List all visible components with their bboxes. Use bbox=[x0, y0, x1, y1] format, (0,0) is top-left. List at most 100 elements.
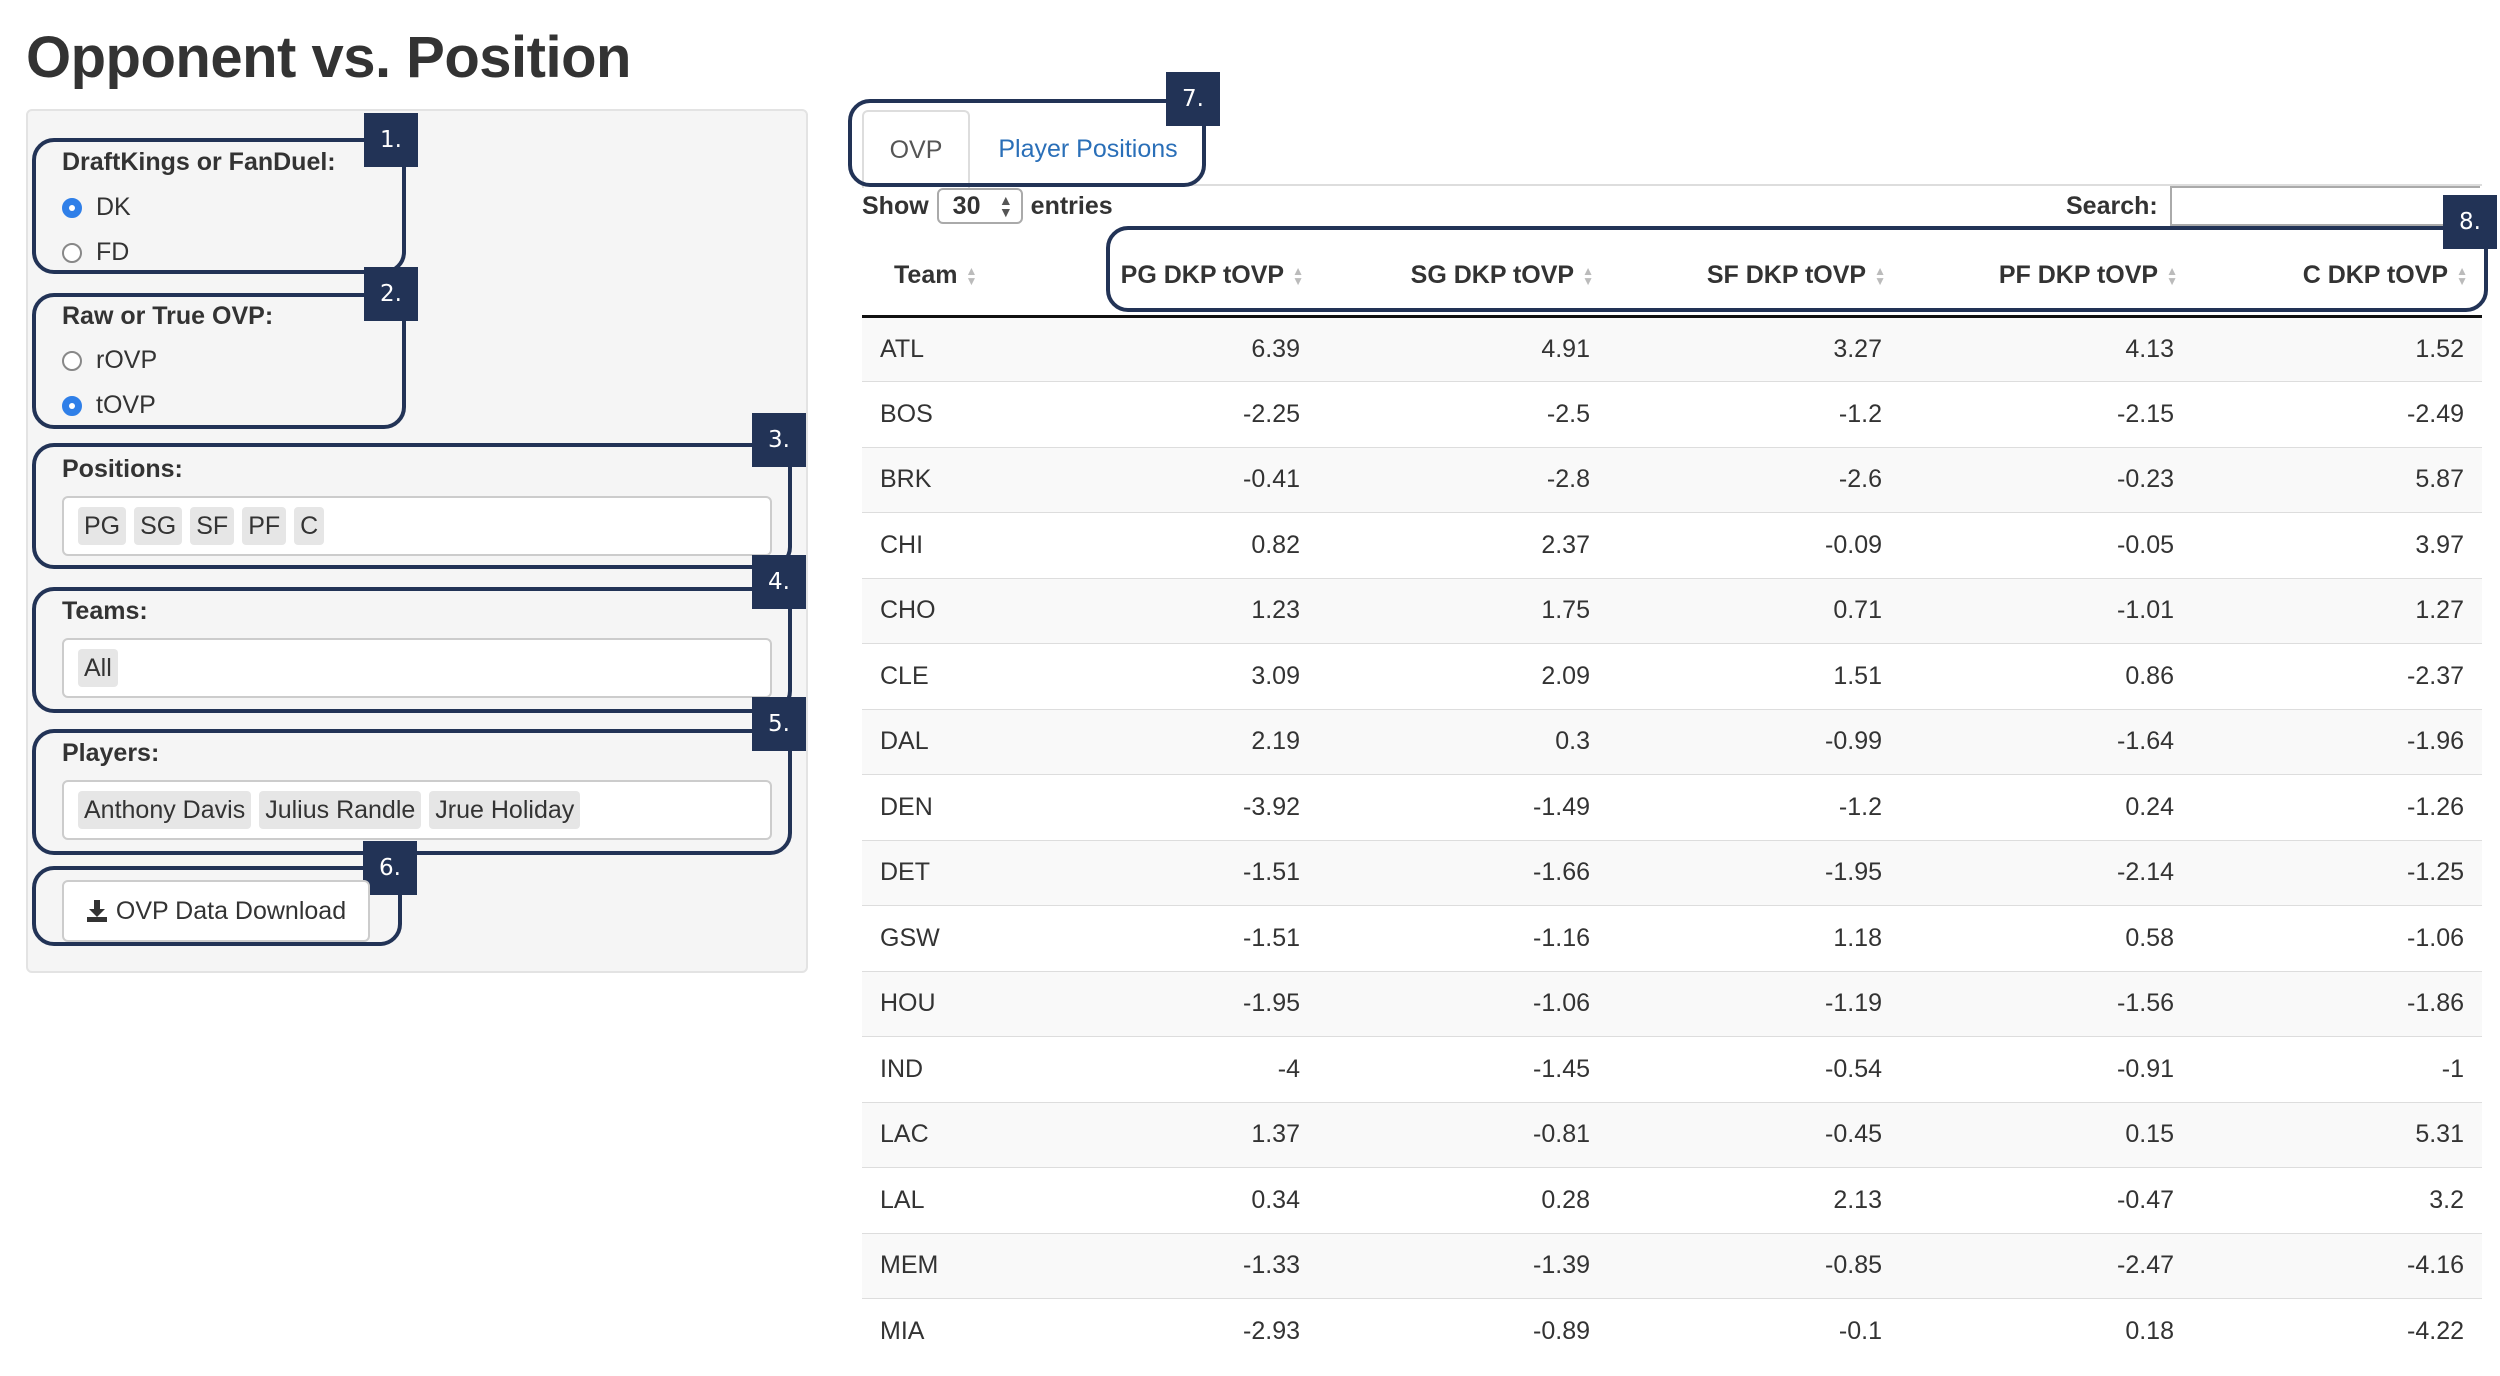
value-cell: -0.1 bbox=[1608, 1298, 1900, 1364]
table-row: BOS -2.25 -2.5 -1.2 -2.15 -2.49 bbox=[862, 381, 2482, 447]
value-cell: -2.25 bbox=[1030, 381, 1318, 447]
value-cell: -1.2 bbox=[1608, 381, 1900, 447]
radio-rovp-label: rOVP bbox=[96, 346, 158, 374]
value-cell: -2.93 bbox=[1030, 1298, 1318, 1364]
value-cell: -0.05 bbox=[1900, 512, 2192, 578]
table-row: DET -1.51 -1.66 -1.95 -2.14 -1.25 bbox=[862, 839, 2482, 906]
radio-dk[interactable]: DK bbox=[62, 193, 131, 222]
value-cell: 3.2 bbox=[2192, 1167, 2482, 1233]
callout-6: 6. bbox=[363, 841, 417, 895]
show-entries-control: Show 30 ▲ ▼ entries bbox=[862, 188, 1113, 224]
download-icon bbox=[86, 900, 107, 922]
positions-select[interactable]: PG SG SF PF C bbox=[62, 496, 772, 556]
radio-dk-label: DK bbox=[96, 193, 131, 221]
table-row: CLE 3.09 2.09 1.51 0.86 -2.37 bbox=[862, 643, 2482, 709]
radio-dk-button[interactable] bbox=[62, 197, 82, 218]
value-cell: -1.96 bbox=[2192, 708, 2482, 775]
position-tag-pf[interactable]: PF bbox=[242, 507, 287, 545]
position-tag-sg[interactable]: SG bbox=[134, 507, 183, 545]
radio-rovp[interactable]: rOVP bbox=[62, 346, 157, 375]
ovp-data-download-button[interactable]: OVP Data Download bbox=[62, 880, 370, 942]
value-cell: 6.39 bbox=[1030, 315, 1318, 382]
page-title: Opponent vs. Position bbox=[26, 25, 631, 90]
value-cell: 2.13 bbox=[1608, 1167, 1900, 1233]
table-row: BRK -0.41 -2.8 -2.6 -0.23 5.87 bbox=[862, 446, 2482, 513]
value-cell: -0.09 bbox=[1608, 512, 1900, 578]
value-cell: 5.87 bbox=[2192, 446, 2482, 513]
radio-rovp-button[interactable] bbox=[62, 350, 82, 371]
team-tag-all[interactable]: All bbox=[78, 649, 118, 687]
radio-tovp-label: tOVP bbox=[96, 391, 156, 419]
table-row: ATL 6.39 4.91 3.27 4.13 1.52 bbox=[862, 315, 2482, 382]
search-label: Search: bbox=[2066, 192, 2158, 220]
value-cell: -0.45 bbox=[1608, 1101, 1900, 1168]
player-tag-julius-randle[interactable]: Julius Randle bbox=[259, 791, 422, 829]
teams-label: Teams: bbox=[62, 597, 148, 625]
value-cell: -1.19 bbox=[1608, 970, 1900, 1037]
team-cell: MIA bbox=[862, 1298, 1030, 1364]
download-button-label: OVP Data Download bbox=[115, 896, 347, 925]
callout-4: 4. bbox=[752, 555, 806, 609]
radio-fd-button[interactable] bbox=[62, 242, 82, 263]
value-cell: -1.64 bbox=[1900, 708, 2192, 775]
value-cell: 4.91 bbox=[1318, 315, 1608, 382]
table-row: CHI 0.82 2.37 -0.09 -0.05 3.97 bbox=[862, 512, 2482, 578]
table-row: LAC 1.37 -0.81 -0.45 0.15 5.31 bbox=[862, 1101, 2482, 1168]
player-tag-anthony-davis[interactable]: Anthony Davis bbox=[78, 791, 252, 829]
teams-select[interactable]: All bbox=[62, 638, 772, 698]
ovp-type-label: Raw or True OVP: bbox=[62, 302, 274, 330]
position-tag-c[interactable]: C bbox=[294, 507, 325, 545]
value-cell: 3.09 bbox=[1030, 643, 1318, 709]
radio-tovp[interactable]: tOVP bbox=[62, 391, 156, 420]
column-header-team[interactable]: Team ▲ ▼ bbox=[862, 236, 1030, 318]
value-cell: -1.2 bbox=[1608, 774, 1900, 840]
value-cell: -4 bbox=[1030, 1036, 1318, 1102]
value-cell: -0.41 bbox=[1030, 446, 1318, 513]
value-cell: 4.13 bbox=[1900, 315, 2192, 382]
position-tag-sf[interactable]: SF bbox=[190, 507, 235, 545]
team-cell: DAL bbox=[862, 708, 1030, 775]
value-cell: 5.31 bbox=[2192, 1101, 2482, 1168]
team-cell: HOU bbox=[862, 970, 1030, 1037]
value-cell: -2.49 bbox=[2192, 381, 2482, 447]
table-body: ATL 6.39 4.91 3.27 4.13 1.52 BOS -2.25 -2.5 -1.2-… bbox=[862, 315, 2482, 1364]
value-cell: -1.26 bbox=[2192, 774, 2482, 840]
table-row: MIA -2.93 -0.89 -0.1 0.18 -4.22 bbox=[862, 1298, 2482, 1364]
callout-7: 7. bbox=[1166, 72, 1220, 126]
value-cell: -2.6 bbox=[1608, 446, 1900, 513]
team-cell: MEM bbox=[862, 1232, 1030, 1299]
value-cell: -1.49 bbox=[1318, 774, 1608, 840]
position-tag-pg[interactable]: PG bbox=[78, 507, 127, 545]
value-cell: -2.8 bbox=[1318, 446, 1608, 513]
columns-outline bbox=[1106, 226, 2488, 312]
players-select[interactable]: Anthony Davis Julius Randle Jrue Holiday bbox=[62, 780, 772, 840]
value-cell: -1.86 bbox=[2192, 970, 2482, 1037]
value-cell: -1.56 bbox=[1900, 970, 2192, 1037]
search-input[interactable] bbox=[2170, 186, 2480, 226]
sort-icon: ▲ ▼ bbox=[965, 264, 978, 289]
value-cell: -1 bbox=[2192, 1036, 2482, 1102]
value-cell: -1.51 bbox=[1030, 905, 1318, 971]
value-cell: 0.3 bbox=[1318, 708, 1608, 775]
value-cell: -1.06 bbox=[2192, 905, 2482, 971]
player-tag-jrue-holiday[interactable]: Jrue Holiday bbox=[429, 791, 581, 829]
team-cell: DEN bbox=[862, 774, 1030, 840]
radio-fd[interactable]: FD bbox=[62, 238, 129, 267]
value-cell: -1.25 bbox=[2192, 839, 2482, 906]
team-cell: IND bbox=[862, 1036, 1030, 1102]
entries-label: entries bbox=[1030, 191, 1113, 220]
value-cell: 3.27 bbox=[1608, 315, 1900, 382]
page-length-value: 30 bbox=[952, 191, 981, 220]
radio-tovp-button[interactable] bbox=[62, 395, 82, 416]
team-cell: GSW bbox=[862, 905, 1030, 971]
value-cell: -2.14 bbox=[1900, 839, 2192, 906]
value-cell: -0.91 bbox=[1900, 1036, 2192, 1102]
value-cell: -2.37 bbox=[2192, 643, 2482, 709]
table-row: CHO 1.23 1.75 0.71 -1.01 1.27 bbox=[862, 577, 2482, 644]
team-cell: BOS bbox=[862, 381, 1030, 447]
select-arrows-icon: ▲ ▼ bbox=[998, 192, 1013, 220]
value-cell: 1.27 bbox=[2192, 577, 2482, 644]
page-length-select[interactable]: 30 ▲ ▼ bbox=[936, 188, 1023, 224]
value-cell: 2.19 bbox=[1030, 708, 1318, 775]
radio-fd-label: FD bbox=[96, 238, 130, 266]
